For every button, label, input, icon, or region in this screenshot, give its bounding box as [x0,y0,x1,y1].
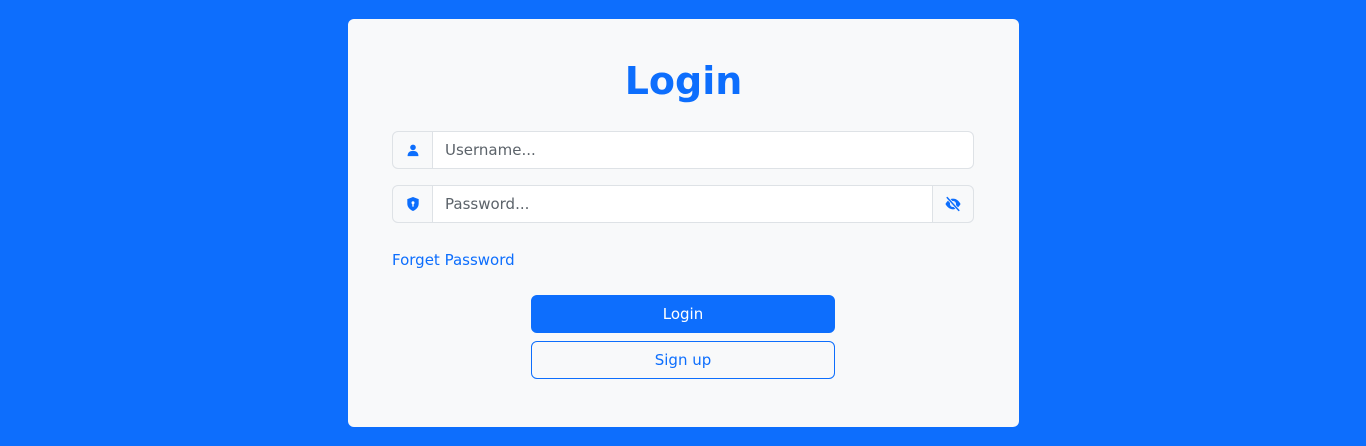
signup-button[interactable]: Sign up [531,341,835,379]
password-input-group [392,185,974,223]
password-input[interactable] [433,185,933,223]
username-input-group [392,131,974,169]
shield-lock-icon [392,185,433,223]
login-button[interactable]: Login [531,295,835,333]
forget-password-link[interactable]: Forget Password [392,250,515,270]
username-input[interactable] [433,131,974,169]
login-card: Login Forge [348,19,1019,427]
user-icon [392,131,433,169]
eye-slash-icon[interactable] [933,185,974,223]
page-title: Login [624,59,743,103]
